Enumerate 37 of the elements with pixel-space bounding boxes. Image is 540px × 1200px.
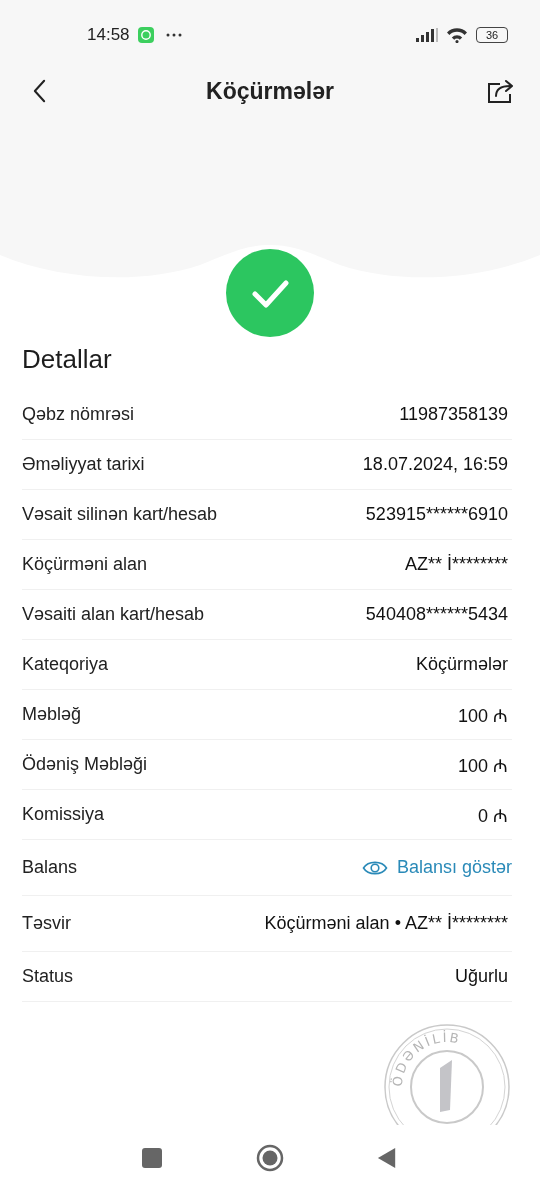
detail-value: 100 ₼ bbox=[457, 754, 508, 777]
chat-app-icon bbox=[137, 27, 154, 43]
detail-label: Status bbox=[22, 966, 74, 988]
detail-value: Köçürmələr bbox=[415, 654, 508, 676]
detail-value: 0 ₼ bbox=[478, 804, 508, 827]
back-icon[interactable] bbox=[33, 78, 46, 104]
detail-label: Kateqoriya bbox=[22, 654, 109, 676]
signal-icon bbox=[416, 28, 438, 42]
detail-label: Məbləğ bbox=[22, 704, 82, 726]
clock-time: 14:58 bbox=[87, 25, 130, 45]
share-icon[interactable] bbox=[486, 78, 516, 104]
detail-value: 540408******5434 bbox=[365, 604, 508, 626]
detail-label: Vəsait silinən kart/hesab bbox=[22, 504, 218, 526]
detail-value: Uğurlu bbox=[454, 966, 508, 988]
detail-label: Qəbz nömrəsi bbox=[22, 404, 135, 426]
wifi-icon bbox=[446, 27, 468, 43]
detail-value: 523915******6910 bbox=[365, 504, 508, 526]
more-icon bbox=[165, 33, 182, 37]
section-heading: Detallar bbox=[22, 343, 113, 377]
detail-value: Köçürməni alan • AZ** İ******** bbox=[264, 913, 508, 935]
detail-value: 100 ₼ bbox=[457, 704, 508, 727]
back-nav-icon[interactable] bbox=[377, 1147, 397, 1168]
detail-label: Balans bbox=[22, 857, 78, 879]
show-balance-link[interactable]: Balansı göstər bbox=[396, 857, 512, 879]
battery-level: 36 bbox=[485, 29, 499, 41]
detail-label: Əməliyyat tarixi bbox=[22, 454, 145, 476]
detail-value: 11987358139 bbox=[399, 404, 508, 426]
detail-label: Köçürməni alan bbox=[22, 554, 148, 576]
detail-label: Təsvir bbox=[22, 913, 71, 935]
detail-label: Komissiya bbox=[22, 804, 105, 826]
recent-apps-icon[interactable] bbox=[142, 1147, 162, 1168]
page-title: Köçürmələr bbox=[206, 77, 334, 105]
detail-value: AZ** İ******** bbox=[404, 554, 508, 576]
home-icon[interactable] bbox=[255, 1143, 284, 1172]
detail-value: 18.07.2024, 16:59 bbox=[362, 454, 508, 476]
detail-label: Ödəniş Məbləği bbox=[22, 754, 148, 776]
detail-label: Vəsaiti alan kart/hesab bbox=[22, 604, 205, 626]
